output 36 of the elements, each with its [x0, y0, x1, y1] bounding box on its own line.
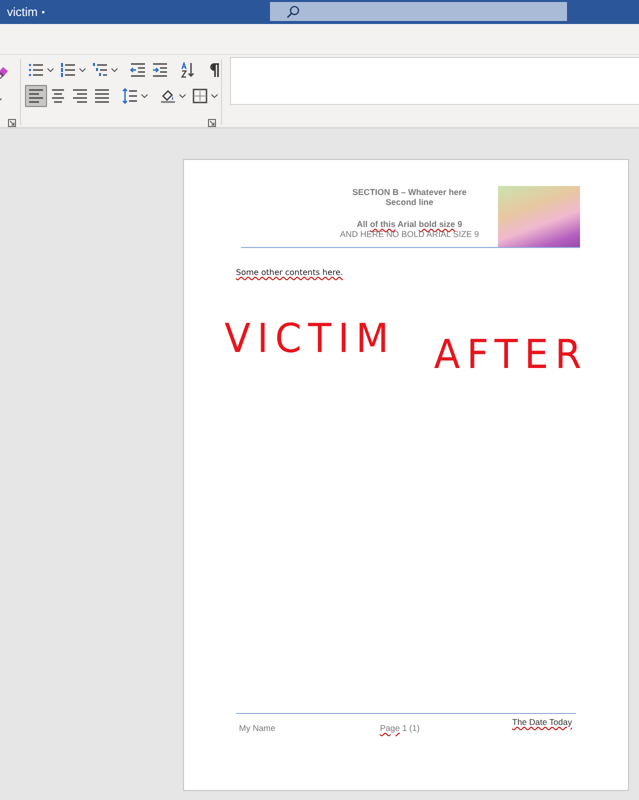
caret-icon: [211, 94, 218, 98]
bullet-list-icon: [28, 62, 44, 78]
caret-icon: [179, 94, 186, 98]
indent-icon: [152, 62, 168, 78]
caret-icon: [141, 94, 148, 98]
header-text: All of this Arial bold size 9: [356, 219, 462, 229]
dialog-launcher-icon[interactable]: [8, 119, 16, 127]
handwritten-word: AFTER: [434, 333, 588, 377]
align-center-icon: [50, 88, 66, 104]
multilevel-list-icon: [92, 62, 108, 78]
line-spacing-icon: [122, 88, 138, 104]
caret-icon: [79, 68, 86, 72]
ribbon-button[interactable]: [25, 85, 47, 107]
header-text: Second line: [386, 197, 434, 207]
header-text: AND HERE NO BOLD ARIAL SIZE 9: [340, 229, 480, 239]
align-left-icon: [28, 88, 44, 104]
page-number: Page 1 (1): [380, 723, 420, 733]
align-right-icon: [72, 88, 88, 104]
search-field[interactable]: [270, 2, 567, 21]
justify-icon: [94, 88, 110, 104]
dialog-launcher-icon[interactable]: [208, 119, 216, 127]
borders-icon: [192, 88, 208, 104]
outdent-icon: [130, 62, 146, 78]
paint-bucket-icon: [160, 88, 176, 104]
header-text: SECTION B – Whatever here: [352, 187, 467, 197]
handwritten-word: VICTIM: [224, 317, 396, 364]
caret-icon: [111, 68, 118, 72]
body-text: Some other contents here.: [236, 268, 344, 277]
window-title: victim: [7, 5, 38, 19]
footer-name: My Name: [239, 723, 276, 733]
unsaved-indicator: ▪: [42, 7, 45, 17]
numbered-list-icon: [60, 62, 76, 78]
sort-icon: [180, 62, 196, 78]
caret-icon: [47, 68, 54, 72]
search-icon: [286, 4, 300, 18]
footer-date: The Date Today: [512, 717, 572, 727]
